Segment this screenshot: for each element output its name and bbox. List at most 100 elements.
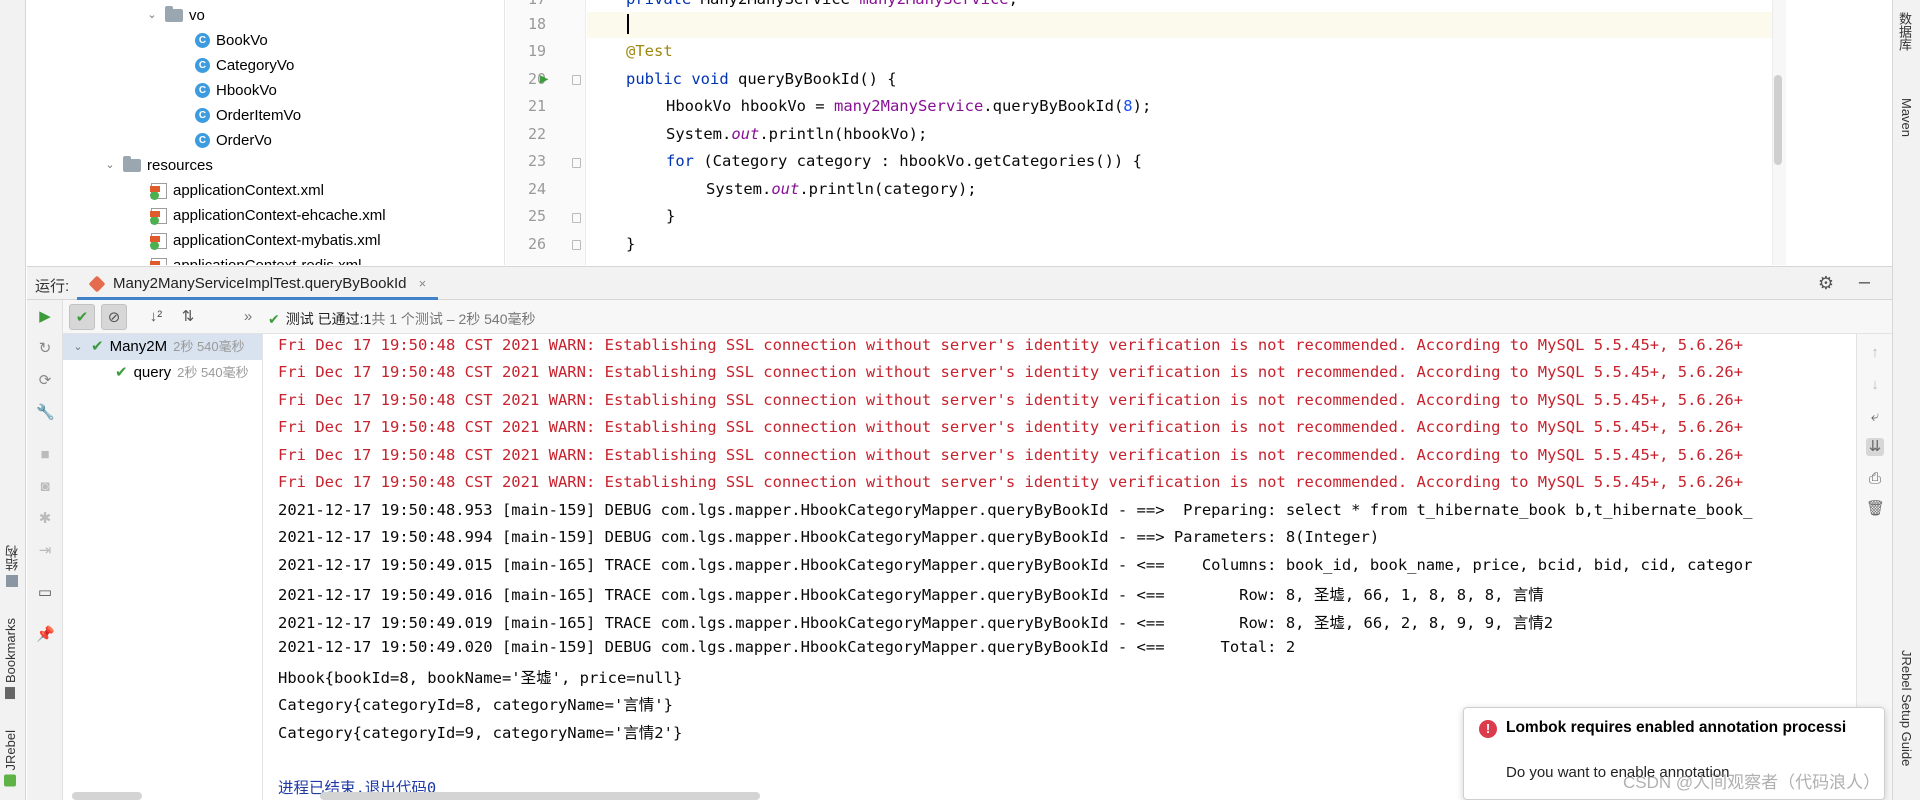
xml-file-icon xyxy=(150,207,167,225)
layout-icon[interactable]: ▭ xyxy=(36,584,54,602)
database-tool-tab[interactable]: 数据库 xyxy=(1895,12,1914,51)
tree-item-label: applicationContext.xml xyxy=(173,182,324,199)
jrebel-tab-label: JRebel xyxy=(3,730,18,771)
tree-item-applicationcontext-redis-xml[interactable]: applicationContext-redis.xml xyxy=(150,253,361,265)
tree-item-applicationcontext-xml[interactable]: applicationContext.xml xyxy=(150,178,324,203)
tree-item-ordervo[interactable]: C OrderVo xyxy=(195,128,272,153)
tree-item-categoryvo[interactable]: C CategoryVo xyxy=(195,53,294,78)
editor-marker-bar xyxy=(1772,0,1786,265)
stop-icon[interactable]: ■ xyxy=(36,446,54,464)
package-icon xyxy=(165,6,183,22)
soft-wrap-icon[interactable]: ⤶ xyxy=(1866,408,1884,426)
xml-file-icon xyxy=(150,257,167,265)
test-method-row[interactable]: ✔ query 2秒 540毫秒 xyxy=(115,360,249,386)
bookmark-icon xyxy=(5,687,16,700)
arrow-up-icon[interactable]: ↑ xyxy=(1866,344,1884,362)
pin-icon[interactable]: 📌 xyxy=(36,626,55,644)
chevron-down-icon[interactable]: ⌄ xyxy=(103,153,117,178)
arrow-down-icon[interactable]: ↓ xyxy=(1866,376,1884,394)
jrebel-tool-tab[interactable]: JRebel xyxy=(3,730,18,787)
console-line: 2021-12-17 19:50:49.019 [main-165] TRACE… xyxy=(278,614,1554,632)
print-icon[interactable]: ⎙ xyxy=(1866,470,1884,488)
tree-item-hbookvo[interactable]: C HbookVo xyxy=(195,78,277,103)
junit-icon xyxy=(88,275,106,293)
check-icon: ✔ xyxy=(115,364,128,381)
code-line-17: private Many2ManyService many2ManyServic… xyxy=(626,0,1018,8)
structure-icon xyxy=(6,575,19,587)
console-line: Category{categoryId=8, categoryName='言情'… xyxy=(278,696,673,714)
tree-item-applicationcontext-mybatis-xml[interactable]: applicationContext-mybatis.xml xyxy=(150,228,381,253)
structure-tool-tab[interactable]: 结构 xyxy=(3,545,22,587)
tree-item-bookvo[interactable]: C BookVo xyxy=(195,28,268,53)
more-actions-icon[interactable]: » xyxy=(235,304,261,330)
minimize-icon[interactable]: – xyxy=(1859,271,1870,294)
run-tab-label: Many2ManyServiceImplTest.queryByBookId xyxy=(113,275,407,292)
line-number: 26 xyxy=(527,235,546,253)
console-line: Fri Dec 17 19:50:48 CST 2021 WARN: Estab… xyxy=(278,391,1744,409)
console-line: Fri Dec 17 19:50:48 CST 2021 WARN: Estab… xyxy=(278,363,1744,381)
text-caret xyxy=(627,14,629,34)
test-summary: 共 1 个测试 – 2秒 540毫秒 xyxy=(371,311,536,327)
code-line-23: for (Category category : hbookVo.getCate… xyxy=(666,152,1142,170)
show-ignored-button[interactable]: ⊘ xyxy=(101,304,127,330)
code-line-21: HbookVo hbookVo = many2ManyService.query… xyxy=(666,97,1152,115)
run-config-tab[interactable]: Many2ManyServiceImplTest.queryByBookId × xyxy=(77,267,439,300)
fold-marker-icon[interactable] xyxy=(572,75,581,85)
trash-icon[interactable]: 🗑 xyxy=(1866,500,1885,518)
console-horizontal-scrollbar[interactable] xyxy=(320,792,760,800)
exit-icon[interactable]: ⇥ xyxy=(36,542,54,560)
line-number: 25 xyxy=(527,207,546,225)
toggle-auto-test-icon[interactable]: ⟳ xyxy=(36,372,54,390)
rerun-failed-icon[interactable]: ↻ xyxy=(36,340,54,358)
tree-item-label: applicationContext-redis.xml xyxy=(173,253,361,265)
fold-marker-icon[interactable] xyxy=(572,240,581,250)
line-number: 23 xyxy=(527,152,546,170)
run-test-gutter-icon[interactable]: ▶ xyxy=(540,71,556,87)
tree-item-vo[interactable]: ⌄ vo xyxy=(145,3,205,28)
structure-tab-label: 结构 xyxy=(5,545,20,571)
test-method-time: 2秒 540毫秒 xyxy=(177,365,249,380)
tree-item-orderitemvo[interactable]: C OrderItemVo xyxy=(195,103,301,128)
debug-icon[interactable]: ✱ xyxy=(36,510,54,528)
jrebel-guide-label: JRebel Setup Guide xyxy=(1899,650,1914,767)
editor-scrollbar[interactable] xyxy=(1774,75,1782,165)
tests-horizontal-scrollbar[interactable] xyxy=(72,792,142,800)
scroll-to-end-icon[interactable]: ⇊ xyxy=(1866,438,1884,456)
bookmarks-tool-tab[interactable]: Bookmarks xyxy=(3,618,18,700)
jrebel-setup-guide-tab[interactable]: JRebel Setup Guide xyxy=(1899,650,1914,766)
sort-alpha-icon[interactable]: ↓² xyxy=(143,304,169,330)
console-line: Fri Dec 17 19:50:48 CST 2021 WARN: Estab… xyxy=(278,336,1744,354)
line-number: 17 xyxy=(506,0,546,8)
tree-item-label: OrderItemVo xyxy=(216,107,302,124)
console-line: 2021-12-17 19:50:48.953 [main-159] DEBUG… xyxy=(278,501,1753,519)
chevron-down-icon[interactable]: ⌄ xyxy=(145,3,159,28)
rerun-icon[interactable]: ▶ xyxy=(36,308,54,326)
run-window-header: 运行: Many2ManyServiceImplTest.queryByBook… xyxy=(27,266,1892,300)
show-passed-button[interactable]: ✔ xyxy=(69,304,95,330)
tree-item-resources[interactable]: ⌄ resources xyxy=(103,153,213,178)
code-editor[interactable]: 17 18 19 20 21 22 23 24 25 26 ▶ private … xyxy=(506,0,1786,265)
console-line: 2021-12-17 19:50:49.015 [main-165] TRACE… xyxy=(278,556,1753,574)
current-line-highlight xyxy=(587,12,1786,38)
fold-marker-icon[interactable] xyxy=(572,213,581,223)
right-tool-strip: 数据库 Maven JRebel Setup Guide xyxy=(1892,0,1920,800)
wrench-icon[interactable]: 🔧 xyxy=(36,404,55,422)
gear-icon[interactable]: ⚙ xyxy=(1818,273,1834,294)
camera-icon[interactable]: ◙ xyxy=(36,478,54,496)
maven-tool-tab[interactable]: Maven xyxy=(1899,98,1914,137)
test-suite-row[interactable]: ⌄ ✔ Many2M 2秒 540毫秒 xyxy=(63,334,262,360)
tree-item-label: applicationContext-ehcache.xml xyxy=(173,207,386,224)
tree-item-applicationcontext-ehcache-xml[interactable]: applicationContext-ehcache.xml xyxy=(150,203,386,228)
notification-title: Lombok requires enabled annotation proce… xyxy=(1506,719,1847,736)
test-suite-time: 2秒 540毫秒 xyxy=(173,339,245,354)
code-line-24: System.out.println(category); xyxy=(706,180,977,198)
fold-marker-icon[interactable] xyxy=(572,158,581,168)
code-line-19: @Test xyxy=(626,42,673,60)
line-number: 21 xyxy=(527,97,546,115)
editor-gutter: 17 18 19 20 21 22 23 24 25 26 ▶ xyxy=(506,0,586,265)
chevron-down-icon[interactable]: ⌄ xyxy=(71,334,85,360)
close-icon[interactable]: × xyxy=(419,276,427,291)
tree-item-label: resources xyxy=(147,157,213,174)
maven-tab-label: Maven xyxy=(1899,98,1914,138)
sort-duration-icon[interactable]: ⇅ xyxy=(175,304,201,330)
